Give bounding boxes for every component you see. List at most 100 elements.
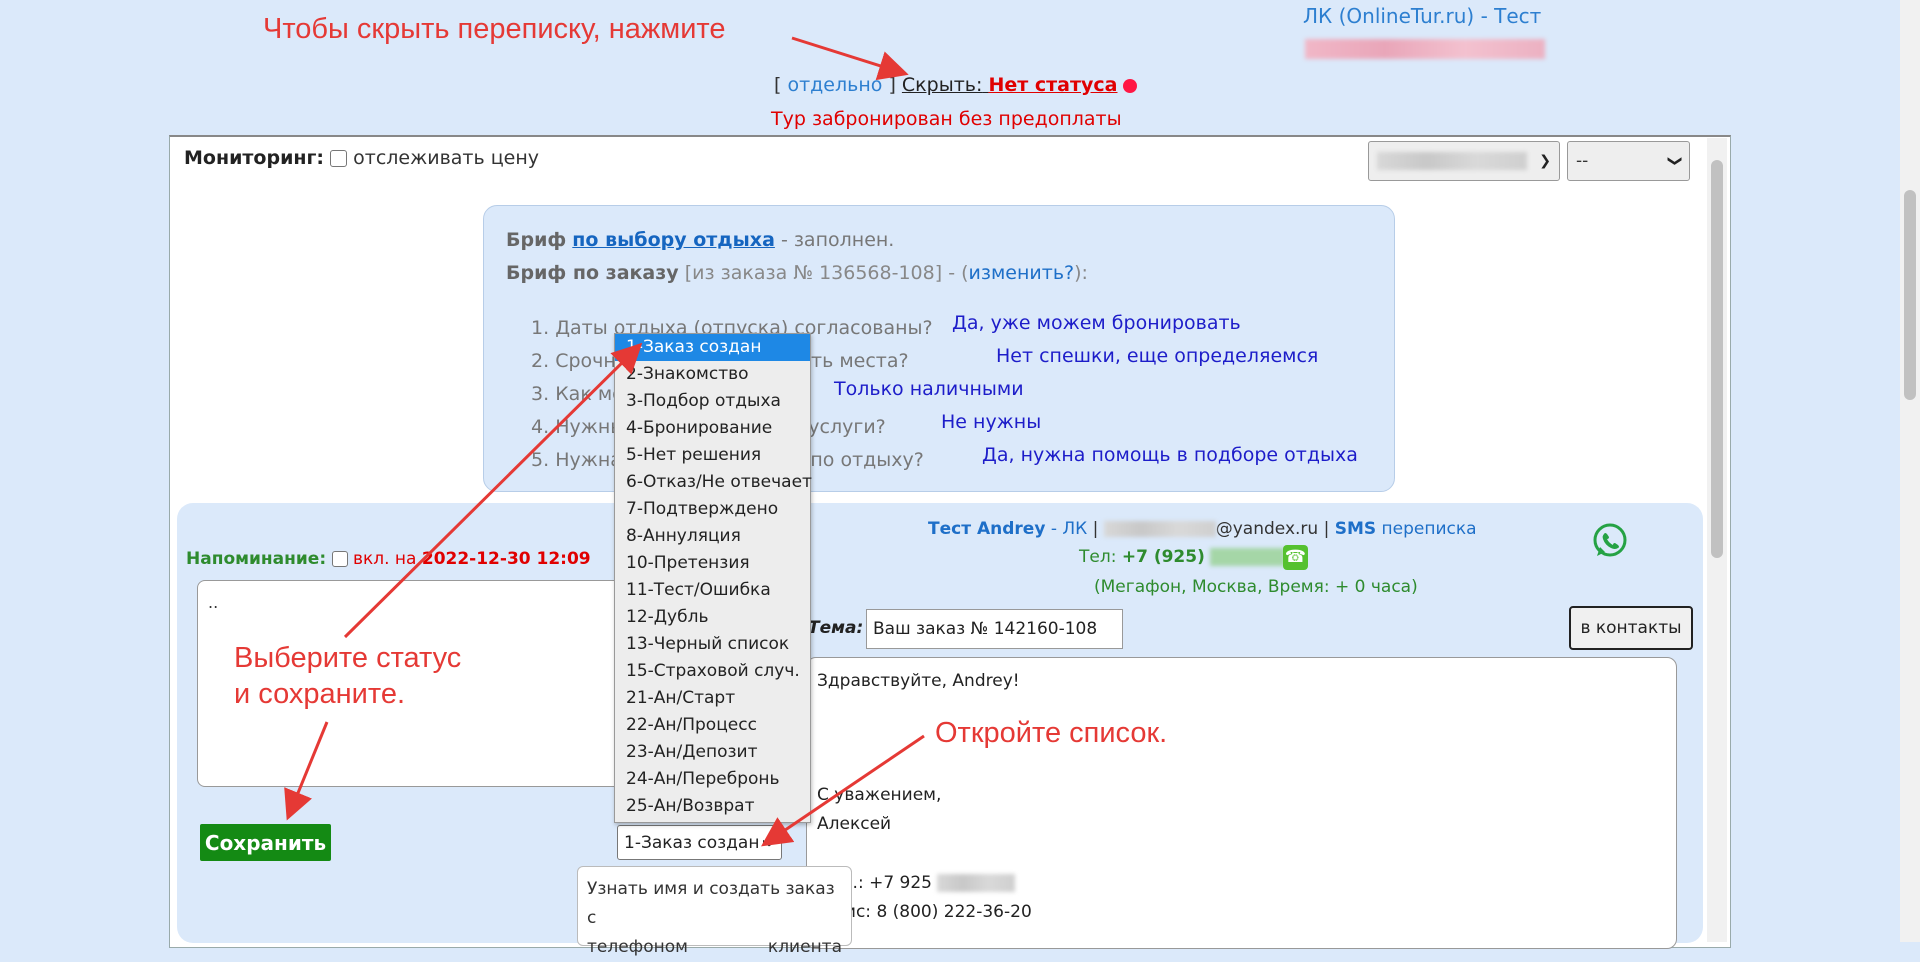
brief-line-2: Бриф по заказу [из заказа № 136568-108] … bbox=[506, 262, 1088, 284]
order-ref: [из заказа № 136568-108] bbox=[684, 262, 943, 284]
status-select[interactable]: 1-Заказ создан ❯ bbox=[617, 825, 782, 860]
sms-link[interactable]: SMS bbox=[1335, 519, 1376, 539]
message-regards: С уважением, bbox=[817, 785, 942, 805]
annotation-open-list: Откройте список. bbox=[935, 717, 1168, 749]
add-to-contacts-button[interactable]: в контакты bbox=[1569, 606, 1693, 650]
dropdown-option[interactable]: 21-Ан/Старт bbox=[615, 685, 810, 712]
status-dropdown-list[interactable]: 1-Заказ создан 2-Знакомство 3-Подбор отд… bbox=[614, 333, 812, 823]
annotation-hide-hint: Чтобы скрыть переписку, нажмите bbox=[263, 13, 726, 45]
track-price-checkbox[interactable] bbox=[330, 150, 348, 167]
tooltip-right: клиента bbox=[767, 937, 842, 957]
edit-brief-link[interactable]: изменить? bbox=[969, 262, 1075, 284]
message-signature: Алексей bbox=[817, 814, 892, 834]
answer-5: Да, нужна помощь в подборе отдыха bbox=[982, 444, 1358, 466]
question-num: 5. bbox=[531, 449, 550, 471]
message-greeting: Здравствуйте, Andrey! bbox=[817, 671, 1020, 691]
account-link[interactable]: ЛК (OnlineTur.ru) - Тест bbox=[1303, 4, 1541, 28]
order-status-label: Нет статуса bbox=[988, 74, 1118, 96]
order-brief-label: Бриф по заказу bbox=[506, 262, 679, 284]
separator: | bbox=[1323, 519, 1330, 539]
hide-conversation-link[interactable]: Скрыть: Нет статуса bbox=[902, 74, 1118, 96]
dropdown-option[interactable]: 6-Отказ/Не отвечает bbox=[615, 469, 812, 496]
dropdown-option[interactable]: 13-Черный список bbox=[615, 631, 810, 658]
track-price-label: отслеживать цену bbox=[353, 147, 540, 169]
reminder-label: Напоминание: bbox=[186, 549, 327, 569]
annotation-line: Выберите статус bbox=[234, 642, 462, 674]
reminder-row: Напоминание: вкл. на 2022-12-30 12:09 bbox=[186, 549, 591, 569]
dropdown-option[interactable]: 7-Подтверждено bbox=[615, 496, 810, 523]
arrow-to-hide bbox=[791, 36, 909, 81]
answer-3: Только наличными bbox=[834, 378, 1024, 400]
subject-label: Тема: bbox=[808, 618, 864, 638]
annotation-choose-status: Выберите статус и сохраните. bbox=[234, 640, 461, 712]
answer-1: Да, уже можем бронировать bbox=[952, 312, 1241, 334]
chevron-down-icon: ❯ bbox=[762, 837, 777, 848]
answer-4: Не нужны bbox=[941, 411, 1042, 433]
monitoring-label: Мониторинг: bbox=[184, 147, 325, 169]
client-lk-link[interactable]: - ЛК bbox=[1051, 519, 1087, 539]
secondary-select-value: -- bbox=[1576, 151, 1589, 171]
tour-select[interactable]: ❯ bbox=[1368, 141, 1560, 181]
dropdown-option[interactable]: 2-Знакомство bbox=[615, 361, 810, 388]
phone-prefix: +7 (925) bbox=[1121, 547, 1205, 567]
dropdown-option[interactable]: 3-Подбор отдыха bbox=[615, 388, 810, 415]
dropdown-option[interactable]: 23-Ан/Депозит bbox=[615, 739, 810, 766]
brief-status: - заполнен. bbox=[780, 229, 895, 251]
reminder-datetime[interactable]: 2022-12-30 12:09 bbox=[422, 549, 591, 569]
memo-text: .. bbox=[208, 593, 219, 612]
page-scrollbar[interactable] bbox=[1900, 0, 1920, 942]
dropdown-option[interactable]: 24-Ан/Перебронь bbox=[615, 766, 810, 793]
separate-window-link[interactable]: отдельно bbox=[787, 74, 882, 96]
contact-line: Тест Andrey - ЛК | @yandex.ru | SMS пере… bbox=[928, 519, 1477, 539]
subject-input[interactable]: Ваш заказ № 142160-108 bbox=[866, 609, 1123, 649]
chevron-down-icon: ❯ bbox=[1539, 153, 1551, 169]
dropdown-option[interactable]: 4-Бронирование bbox=[615, 415, 810, 442]
dropdown-option[interactable]: 8-Аннуляция bbox=[615, 523, 810, 550]
phone-label: Тел: bbox=[1079, 547, 1117, 567]
question-num: 1. bbox=[531, 317, 550, 339]
phone-line: Тел: +7 (925) bbox=[1079, 547, 1286, 567]
hide-label: Скрыть: bbox=[901, 74, 983, 96]
whatsapp-icon[interactable] bbox=[1591, 522, 1629, 560]
chevron-down-icon: ❯ bbox=[1667, 155, 1684, 167]
redacted-email bbox=[1103, 521, 1216, 537]
question-num: 2. bbox=[531, 350, 550, 372]
chat-link[interactable]: переписка bbox=[1382, 519, 1477, 539]
redacted-mobile bbox=[937, 874, 1016, 892]
tooltip-line-2: телефоном клиента bbox=[587, 933, 842, 962]
reminder-on-label: вкл. на bbox=[352, 549, 417, 569]
brief-link[interactable]: по выбору отдыха bbox=[572, 229, 775, 251]
brief-dash: - ( bbox=[948, 262, 969, 284]
call-icon[interactable]: ☎ bbox=[1283, 545, 1308, 570]
dropdown-option[interactable]: 12-Дубль bbox=[615, 604, 810, 631]
save-button[interactable]: Сохранить bbox=[200, 824, 331, 861]
dropdown-option[interactable]: 5-Нет решения bbox=[615, 442, 810, 469]
status-note: Тур забронирован без предоплаты bbox=[771, 108, 1122, 130]
message-textarea[interactable]: Здравствуйте, Andrey! С уважением, Алекс… bbox=[806, 657, 1677, 949]
dropdown-option[interactable]: 25-Ан/Возврат bbox=[615, 793, 810, 820]
separator: | bbox=[1092, 519, 1099, 539]
dropdown-option[interactable]: 11-Тест/Ошибка bbox=[615, 577, 810, 604]
dropdown-option[interactable]: 1-Заказ создан bbox=[615, 334, 810, 361]
secondary-select[interactable]: -- ❯ bbox=[1567, 141, 1690, 181]
brief-label: Бриф bbox=[506, 229, 567, 251]
client-name: Тест Andrey bbox=[928, 519, 1046, 539]
redacted-user-info bbox=[1305, 39, 1545, 59]
frame-scrollbar[interactable] bbox=[1707, 138, 1727, 942]
subject-value: Ваш заказ № 142160-108 bbox=[873, 619, 1098, 639]
tooltip-line-1: Узнать имя и создать заказ с bbox=[587, 879, 835, 928]
reminder-checkbox[interactable] bbox=[331, 551, 348, 567]
question-num: 3. bbox=[531, 383, 550, 405]
tooltip-left: телефоном bbox=[587, 937, 688, 957]
dropdown-option[interactable]: 10-Претензия bbox=[615, 550, 810, 577]
monitoring-row: Мониторинг: отслеживать цену bbox=[184, 147, 539, 169]
page-scrollbar-thumb[interactable] bbox=[1904, 190, 1916, 400]
redacted-phone bbox=[1210, 548, 1286, 566]
brief-close: ): bbox=[1074, 262, 1088, 284]
frame-scrollbar-thumb[interactable] bbox=[1711, 160, 1723, 558]
operator-info: (Мегафон, Москва, Время: + 0 часа) bbox=[1094, 577, 1418, 597]
dropdown-option[interactable]: 15-Страховой случ. bbox=[615, 658, 810, 685]
bracket-close: ] bbox=[888, 74, 896, 96]
dropdown-option[interactable]: 22-Ан/Процесс bbox=[615, 712, 810, 739]
annotation-line: и сохраните. bbox=[234, 678, 405, 710]
